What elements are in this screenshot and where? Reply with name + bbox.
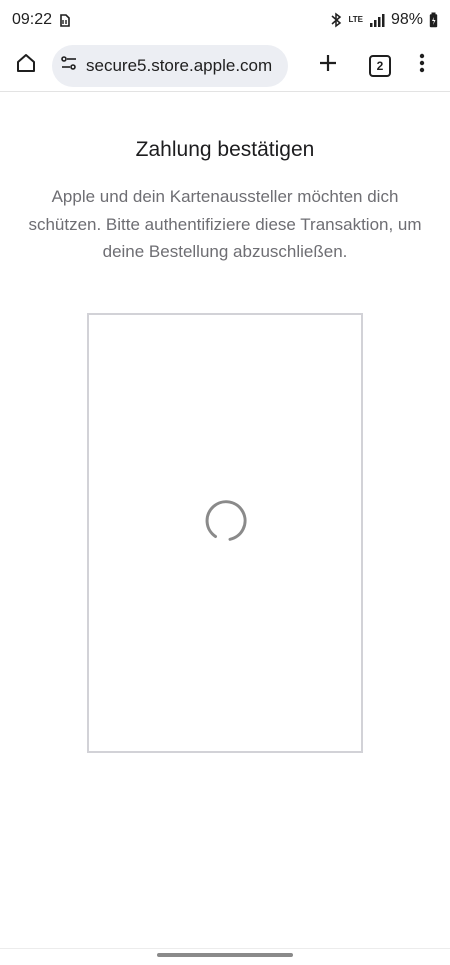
menu-button[interactable]: [402, 46, 442, 86]
status-time: 09:22: [12, 11, 53, 28]
status-right: LTE 98%: [330, 11, 438, 29]
site-settings-icon[interactable]: [60, 54, 78, 77]
tab-count: 2: [369, 54, 391, 77]
loading-spinner-icon: [202, 498, 248, 544]
plus-icon: [318, 53, 338, 78]
new-tab-button[interactable]: [308, 46, 348, 86]
battery-icon: [429, 12, 438, 28]
home-button[interactable]: [6, 46, 46, 86]
page-title: Zahlung bestätigen: [135, 138, 315, 161]
signal-icon: [369, 12, 385, 28]
browser-toolbar: secure5.store.apple.com 2: [0, 40, 450, 92]
network-label: LTE: [348, 15, 363, 24]
address-bar[interactable]: secure5.store.apple.com: [52, 44, 288, 87]
status-left: 09:22: [12, 11, 72, 29]
status-bar: 09:22 LTE 98%: [0, 0, 450, 40]
more-vert-icon: [419, 53, 425, 78]
url-text[interactable]: secure5.store.apple.com: [86, 56, 272, 76]
tab-switcher-button[interactable]: 2: [360, 46, 400, 86]
notification-icon: [58, 12, 72, 28]
page-description: Apple und dein Kartenaussteller möchten …: [28, 187, 422, 261]
lte-icon: LTE: [348, 16, 363, 24]
battery-percent: 98%: [390, 11, 423, 28]
authentication-frame[interactable]: [87, 313, 363, 753]
gesture-handle[interactable]: [157, 953, 293, 957]
bluetooth-icon: [330, 12, 342, 28]
home-icon: [15, 52, 37, 79]
bottom-divider: [0, 948, 450, 949]
